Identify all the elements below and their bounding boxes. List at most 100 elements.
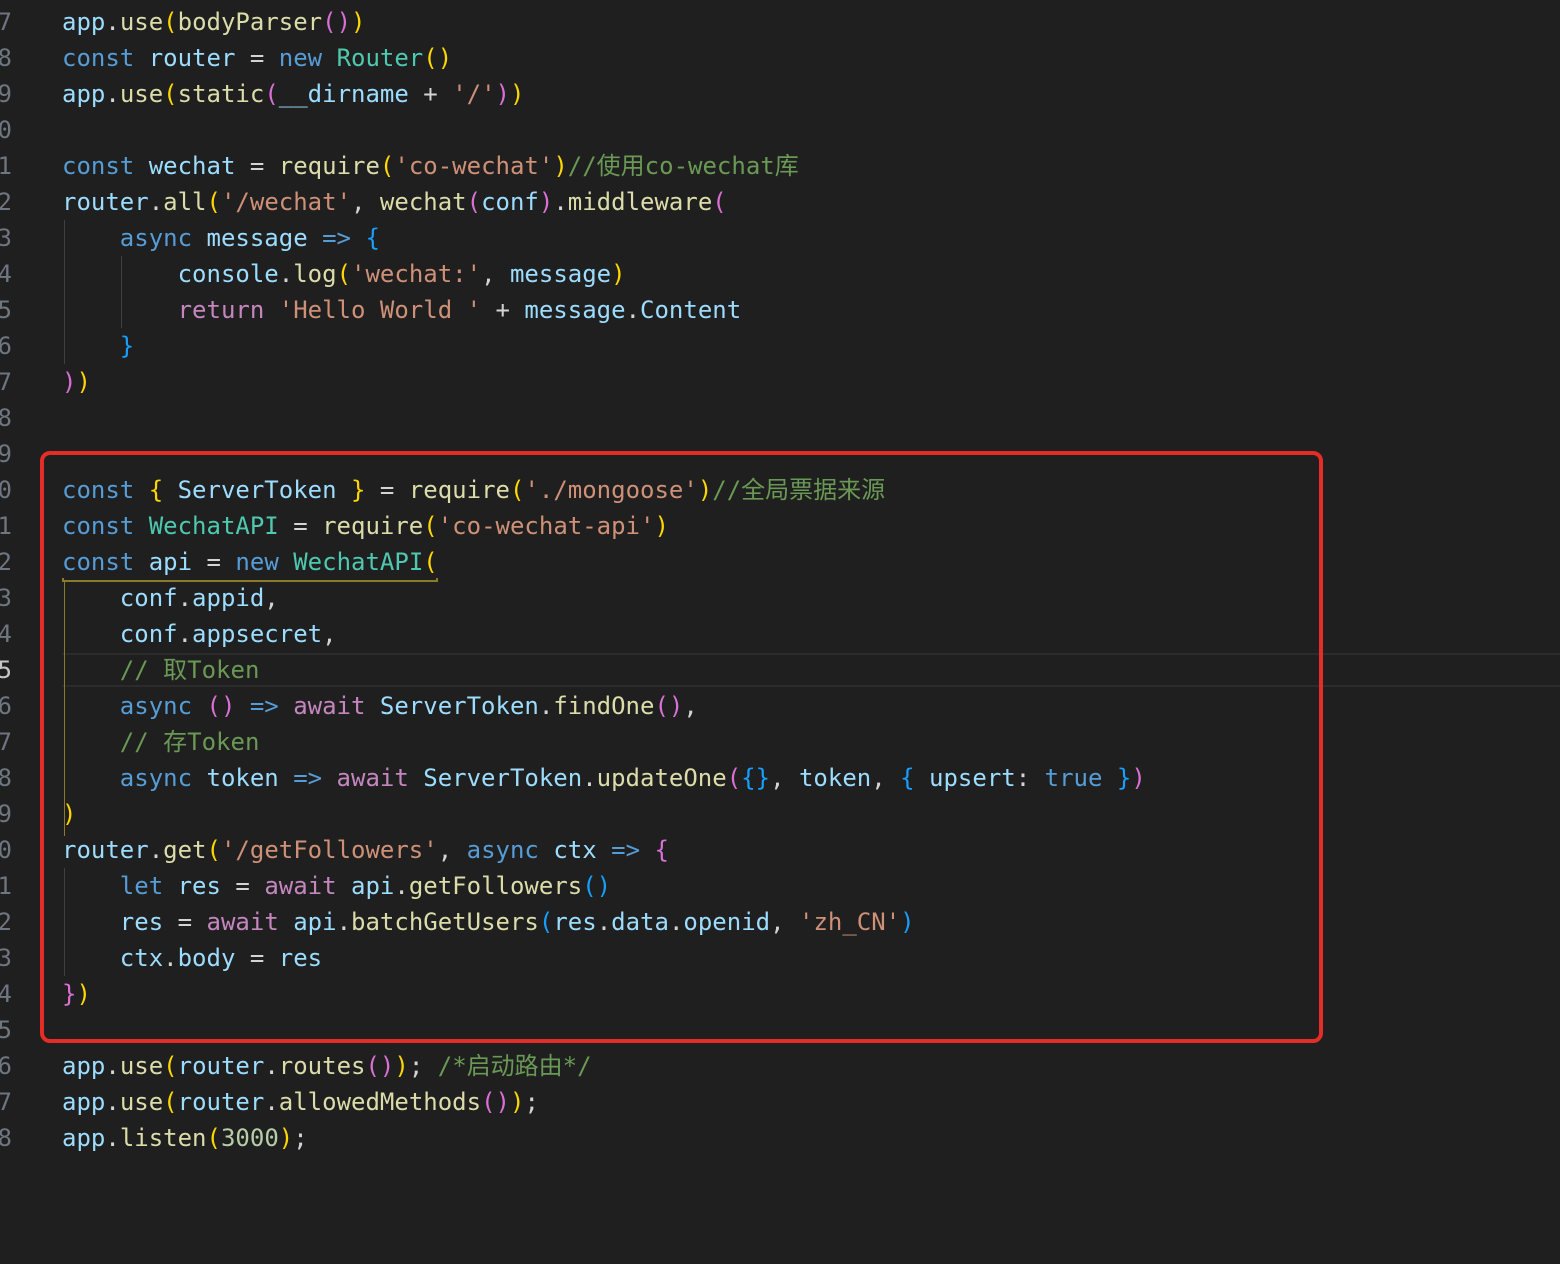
code-line[interactable]: 7 app.use(router.allowedMethods()); — [0, 1084, 1560, 1120]
code-token: : — [1015, 764, 1045, 792]
code-line[interactable]: 1 const wechat = require('co-wechat')//使用… — [0, 148, 1560, 184]
code-line[interactable]: 8 async token => await ServerToken.updat… — [0, 760, 1560, 796]
code-token: conf — [119, 620, 178, 648]
code-line[interactable]: 3 async message => { — [0, 220, 1560, 256]
code-token: () — [365, 1052, 395, 1080]
code-token: ( — [206, 836, 221, 864]
code-token: await — [206, 908, 294, 936]
code-token: require — [408, 476, 510, 504]
code-token: log — [293, 260, 337, 288]
code-token: appsecret — [192, 620, 323, 648]
code-token: ) — [1131, 764, 1146, 792]
line-code: app.use(static(__dirname + '/')) — [62, 76, 524, 112]
code-line[interactable]: 2 const api = new WechatAPI( — [0, 544, 1560, 580]
code-token: ; — [293, 1124, 308, 1152]
code-line[interactable]: 9) — [0, 796, 1560, 832]
code-token: router — [62, 188, 149, 216]
code-token: openid — [683, 908, 771, 936]
code-token: . — [105, 1088, 120, 1116]
code-token: app — [62, 1088, 106, 1116]
code-line[interactable]: 7)) — [0, 364, 1560, 400]
code-line[interactable]: 0 const { ServerToken } = require('./mong… — [0, 472, 1560, 508]
code-line[interactable]: 8 const router = new Router() — [0, 40, 1560, 76]
code-line[interactable]: 0 router.get('/getFollowers', async ctx =… — [0, 832, 1560, 868]
code-token: } — [119, 332, 135, 360]
code-token: findOne — [553, 692, 655, 720]
code-line[interactable]: 7 app.use(bodyParser()) — [0, 4, 1560, 40]
code-token: 'zh_CN' — [799, 908, 901, 936]
code-line[interactable]: 1 const WechatAPI = require('co-wechat-ap… — [0, 508, 1560, 544]
code-token: async — [119, 764, 207, 792]
code-line[interactable]: 3 ctx.body = res — [0, 940, 1560, 976]
code-token: } — [1102, 764, 1132, 792]
line-number: 6 — [0, 332, 12, 360]
code-line[interactable]: 4 conf.appsecret, — [0, 616, 1560, 652]
code-token: const — [62, 548, 149, 576]
code-line[interactable]: 8 app.listen(3000); — [0, 1120, 1560, 1156]
code-token: get — [163, 836, 207, 864]
code-token: '/' — [452, 80, 496, 108]
code-line[interactable]: 4}) — [0, 976, 1560, 1012]
code-line[interactable]: 3 conf.appid, — [0, 580, 1560, 616]
code-line[interactable]: 4 console.log('wechat:', message) — [0, 256, 1560, 292]
code-token: ( — [466, 188, 482, 216]
code-token: '/getFollowers' — [220, 836, 438, 864]
line-number: 8 — [0, 44, 12, 72]
code-token: . — [625, 296, 641, 324]
code-token: new — [235, 548, 294, 576]
code-token: ( — [336, 260, 352, 288]
line-number: 7 — [0, 1088, 12, 1116]
line-number: 1 — [0, 152, 12, 180]
code-editor[interactable]: 7 app.use(bodyParser()) 8 const router = ne… — [0, 0, 1560, 1264]
code-token: = — [235, 44, 279, 72]
code-token: ctx — [553, 836, 597, 864]
code-token: ) — [611, 260, 626, 288]
code-token: ( — [206, 188, 221, 216]
code-token: getFollowers — [408, 872, 583, 900]
code-token: ( — [726, 764, 742, 792]
code-token: ctx — [119, 944, 164, 972]
code-line[interactable]: 9 app.use(static(__dirname + '/')) — [0, 76, 1560, 112]
code-token: = — [163, 908, 207, 936]
code-token: , — [322, 620, 337, 648]
code-line[interactable]: 0 — [0, 112, 1560, 148]
code-token: await — [264, 872, 352, 900]
line-code: async () => await ServerToken.findOne(), — [62, 688, 698, 724]
code-token: api — [148, 548, 193, 576]
code-token: = — [278, 512, 323, 540]
code-line[interactable]: 6 async () => await ServerToken.findOne(… — [0, 688, 1560, 724]
code-token: . — [163, 944, 178, 972]
code-token: upsert — [929, 764, 1016, 792]
code-token: res — [278, 944, 323, 972]
code-token: , — [351, 188, 380, 216]
code-line[interactable]: 2 res = await api.batchGetUsers(res.data… — [0, 904, 1560, 940]
code-token: WechatAPI — [293, 548, 424, 576]
code-line[interactable]: 1 let res = await api.getFollowers() — [0, 868, 1560, 904]
code-token: , — [683, 692, 698, 720]
code-line[interactable]: 5 return 'Hello World ' + message.Conten… — [0, 292, 1560, 328]
code-line[interactable]: 6 } — [0, 328, 1560, 364]
code-token: . — [278, 260, 294, 288]
code-token: . — [553, 188, 568, 216]
code-token: token — [206, 764, 279, 792]
line-code: app.listen(3000); — [62, 1120, 308, 1156]
code-line[interactable]: 9 — [0, 436, 1560, 472]
code-line[interactable]: 2 router.all('/wechat', wechat(conf).midd… — [0, 184, 1560, 220]
code-token: 'co-wechat' — [394, 152, 554, 180]
code-line[interactable]: 5 // 取Token — [0, 652, 1560, 688]
code-token: = — [365, 476, 409, 504]
code-token: all — [163, 188, 207, 216]
code-line[interactable]: 8 — [0, 400, 1560, 436]
code-token: wechat — [148, 152, 236, 180]
code-token: 3000 — [220, 1124, 279, 1152]
code-token: { — [148, 476, 178, 504]
code-token: { — [654, 836, 669, 864]
code-token: . — [668, 908, 684, 936]
code-line[interactable]: 7 // 存Token — [0, 724, 1560, 760]
code-line[interactable]: 6 app.use(router.routes()); /*启动路由*/ — [0, 1048, 1560, 1084]
code-token: res — [553, 908, 597, 936]
code-line[interactable]: 5 — [0, 1012, 1560, 1048]
